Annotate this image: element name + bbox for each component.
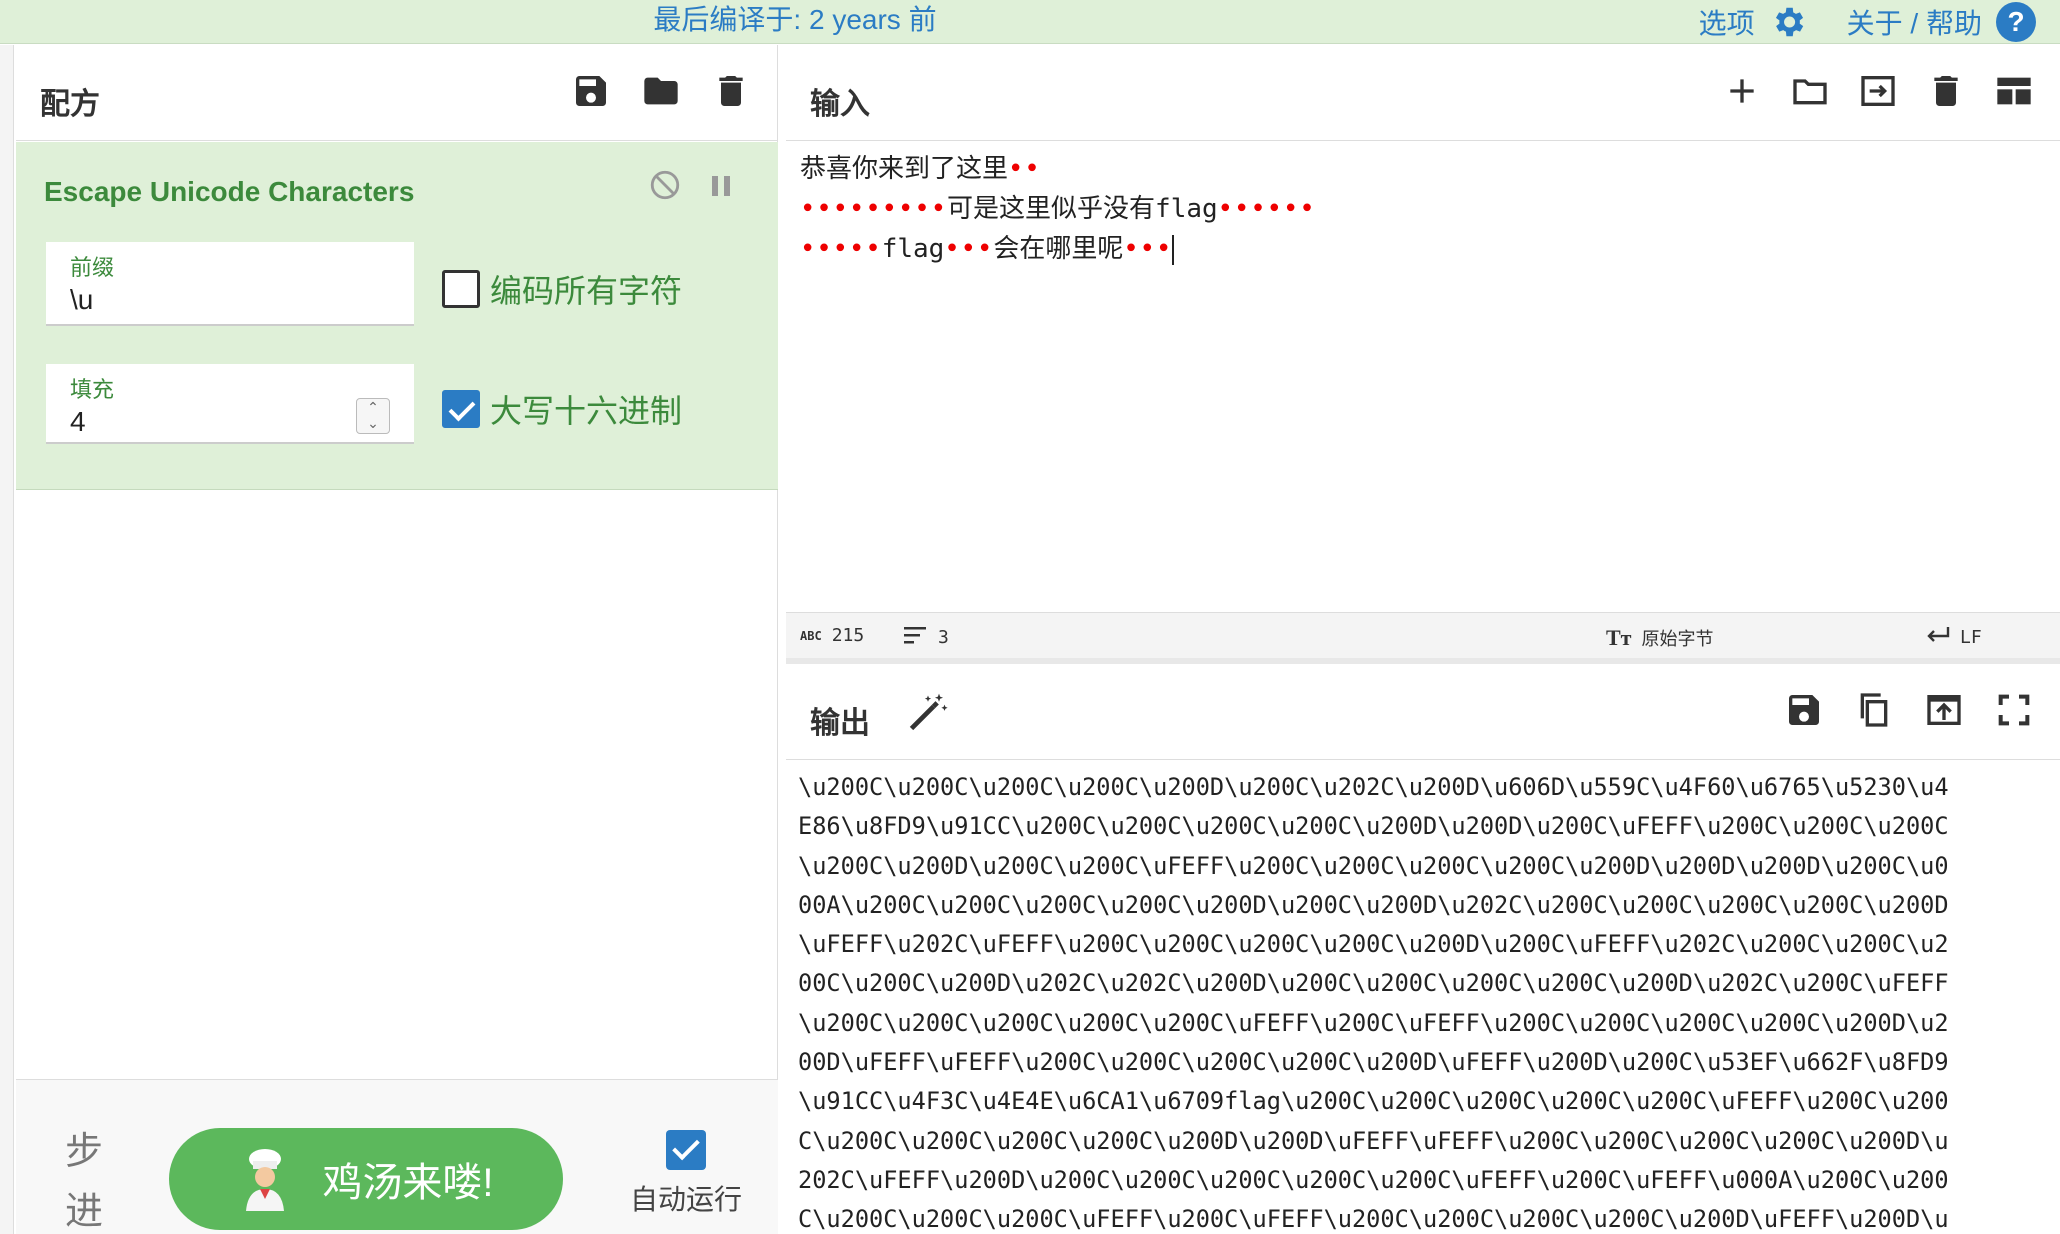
input-textarea[interactable]: 恭喜你来到了这里•• •••••••••可是这里似乎没有flag•••••• •••… [800, 149, 2050, 269]
recipe-title: 配方 [40, 88, 100, 121]
input-line-count: 3 [938, 627, 949, 648]
eol-icon[interactable] [1924, 625, 1950, 650]
output-line: \u200C\u200D\u200C\u200C\uFEFF\u200C\u20… [798, 851, 1949, 880]
output-line: E86\u8FD9\u91CC\u200C\u200C\u200C\u200C\… [798, 812, 1949, 841]
output-header: 输出 [786, 664, 2060, 760]
autobake-label: 自动运行 [629, 1184, 742, 1215]
abc-icon: ABC [800, 628, 822, 643]
text-cursor [1172, 235, 1175, 265]
load-recipe-folder-icon[interactable] [641, 71, 681, 111]
input-encoding[interactable]: 原始字节 [1641, 625, 1713, 651]
input-line-2: •••••••••可是这里似乎没有flag•••••• [800, 194, 1316, 224]
input-line-3: •••••flag•••会在哪里呢••• [800, 234, 1175, 265]
clear-recipe-trash-icon[interactable] [711, 71, 751, 111]
disable-operation-icon[interactable] [648, 168, 682, 202]
clear-input-trash-icon[interactable] [1926, 71, 1966, 111]
input-pane: 输入 恭喜你来到了这里•• •••••••••可是这里似乎没有flag••••••… [786, 45, 2060, 652]
encode-all-checkbox-row[interactable]: 编码所有字符 [442, 266, 682, 312]
autobake-checkbox[interactable] [666, 1130, 706, 1170]
step-button[interactable]: 步进 [64, 1122, 104, 1234]
input-line-1: 恭喜你来到了这里•• [800, 154, 1041, 184]
open-file-input-icon[interactable] [1858, 71, 1898, 111]
help-icon[interactable]: ? [1996, 2, 2036, 42]
lines-icon [904, 625, 928, 650]
output-line: 00A\u200C\u200C\u200C\u200C\u200D\u200C\… [798, 890, 1949, 919]
output-line: 202C\uFEFF\u200D\u200C\u200C\u200C\u200C… [798, 1165, 1949, 1194]
replace-input-with-output-icon[interactable] [1924, 690, 1964, 730]
recipe-header: 配方 [16, 45, 777, 141]
input-header: 输入 [786, 45, 2060, 141]
output-line: 00D\uFEFF\uFEFF\u200C\u200C\u200C\u200C\… [798, 1048, 1949, 1077]
output-line: \uFEFF\u202C\uFEFF\u200C\u200C\u200C\u20… [798, 930, 1949, 959]
prefix-input[interactable]: \u [70, 284, 93, 316]
left-gutter [0, 45, 14, 1234]
input-length: 215 [831, 625, 865, 646]
output-line: \u200C\u200C\u200C\u200C\u200C\uFEFF\u20… [798, 1008, 1949, 1037]
text-size-icon[interactable]: Tт [1606, 625, 1631, 651]
add-input-icon[interactable] [1722, 71, 1762, 111]
output-title: 输出 [810, 707, 870, 740]
uppercase-hex-label: 大写十六进制 [490, 393, 683, 429]
encode-all-checkbox[interactable] [442, 270, 480, 308]
padding-input[interactable]: 4 [70, 406, 86, 438]
recipe-pane: 配方 Escape Unicode Characters 前缀 \u 编码所有字… [16, 45, 778, 1234]
uppercase-hex-checkbox[interactable] [442, 390, 480, 428]
bake-label: 鸡汤来喽! [322, 1161, 494, 1205]
about-help-link[interactable]: 关于 / 帮助 [1847, 2, 1982, 42]
operation-name[interactable]: Escape Unicode Characters [44, 176, 414, 208]
recipe-controls: 步进 鸡汤来喽! 自动运行 [16, 1079, 778, 1234]
output-line: C\u200C\u200C\u200C\u200C\u200D\u200D\uF… [798, 1126, 1949, 1155]
output-line: 00C\u200C\u200D\u202C\u202C\u200D\u200C\… [798, 969, 1949, 998]
top-banner: 最后编译于: 2 years 前 选项 关于 / 帮助 ? [0, 0, 2060, 44]
output-textarea[interactable]: \u200C\u200C\u200C\u200C\u200D\u200C\u20… [798, 768, 2048, 1234]
save-recipe-icon[interactable] [571, 71, 611, 111]
padding-label: 填充 [70, 377, 115, 402]
padding-field[interactable]: 填充 4 ⌃ ⌄ [46, 364, 414, 444]
open-folder-icon[interactable] [1790, 71, 1830, 111]
uppercase-hex-checkbox-row[interactable]: 大写十六进制 [442, 386, 682, 432]
pause-breakpoint-icon[interactable] [708, 172, 734, 200]
prefix-field[interactable]: 前缀 \u [46, 242, 414, 326]
operation-card: Escape Unicode Characters 前缀 \u 编码所有字符 填… [16, 142, 778, 490]
autobake-toggle[interactable]: 自动运行 [616, 1130, 756, 1218]
last-build-label: 最后编译于: 2 years 前 [653, 4, 937, 35]
magic-wand-icon[interactable] [906, 690, 950, 734]
output-pane: 输出 \u200C\u200C\u200C\u200C\u200D\u200C\… [786, 664, 2060, 1234]
input-status-bar: ABC 215 3 Tт 原始字节 LF [786, 612, 2060, 658]
output-line: \u200C\u200C\u200C\u200C\u200D\u200C\u20… [798, 773, 1949, 801]
layout-toggle-icon[interactable] [1994, 71, 2034, 111]
input-eol[interactable]: LF [1960, 627, 1982, 648]
encode-all-label: 编码所有字符 [490, 273, 683, 309]
options-link[interactable]: 选项 [1699, 2, 1755, 42]
maximise-output-icon[interactable] [1994, 690, 2034, 730]
banner-links: 选项 关于 / 帮助 ? [1699, 0, 2036, 44]
output-line: C\u200C\u200C\u200C\uFEFF\u200C\uFEFF\u2… [798, 1205, 1949, 1234]
padding-stepper[interactable]: ⌃ ⌄ [356, 398, 390, 434]
chef-icon [238, 1147, 292, 1211]
save-output-icon[interactable] [1784, 690, 1824, 730]
bake-button[interactable]: 鸡汤来喽! [169, 1128, 563, 1230]
prefix-label: 前缀 [70, 255, 115, 280]
copy-output-icon[interactable] [1854, 690, 1894, 730]
input-title: 输入 [810, 88, 870, 121]
gear-icon[interactable] [1769, 3, 1807, 41]
output-line: \u91CC\u4F3C\u4E4E\u6CA1\u6709flag\u200C… [798, 1087, 1949, 1116]
